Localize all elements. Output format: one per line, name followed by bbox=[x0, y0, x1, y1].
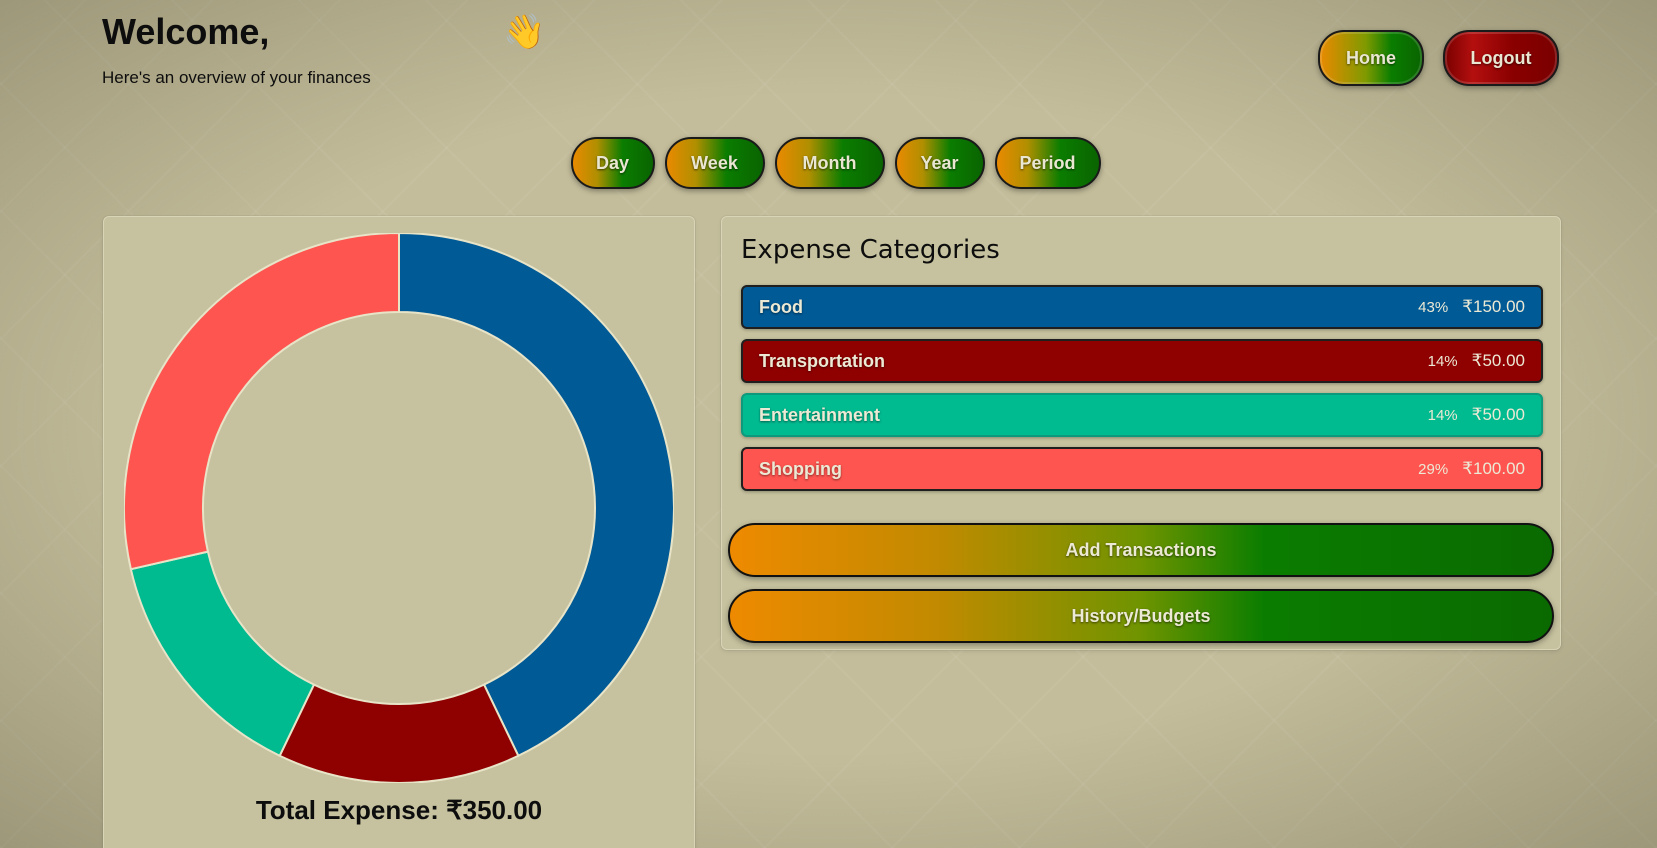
waving-hand-icon: 👋 bbox=[503, 13, 546, 51]
category-amount: ₹100.00 bbox=[1462, 459, 1525, 478]
welcome-subtitle: Here's an overview of your finances bbox=[102, 68, 371, 87]
category-name: Transportation bbox=[759, 350, 886, 371]
expense-categories-card: Expense Categories Food 43% ₹150.00 Tran… bbox=[721, 216, 1561, 650]
category-percent: 14% bbox=[1427, 406, 1458, 424]
category-row-shopping[interactable]: Shopping 29% ₹100.00 bbox=[741, 447, 1543, 491]
category-name: Food bbox=[759, 296, 803, 317]
period-day-button[interactable]: Day bbox=[570, 137, 655, 189]
period-filter-bar: Day Week Month Year Period bbox=[0, 137, 1657, 189]
category-row-transportation[interactable]: Transportation 14% ₹50.00 bbox=[741, 339, 1543, 383]
donut-slice-entertainment[interactable] bbox=[129, 550, 316, 758]
category-list: Food 43% ₹150.00 Transportation 14% ₹50.… bbox=[741, 285, 1543, 501]
category-amount: ₹50.00 bbox=[1471, 405, 1525, 424]
category-amount: ₹50.00 bbox=[1471, 351, 1525, 370]
expense-chart-card: Total Expense: ₹350.00 bbox=[103, 216, 695, 848]
category-row-food[interactable]: Food 43% ₹150.00 bbox=[741, 285, 1543, 329]
period-period-button[interactable]: Period bbox=[994, 137, 1101, 189]
donut-slice-transportation[interactable] bbox=[278, 683, 520, 783]
category-percent: 29% bbox=[1418, 460, 1449, 478]
greeting-header: Welcome, Here's an overview of your fina… bbox=[102, 10, 371, 88]
total-expense: Total Expense: ₹350.00 bbox=[255, 795, 543, 825]
category-row-entertainment[interactable]: Entertainment 14% ₹50.00 bbox=[741, 393, 1543, 437]
period-week-button[interactable]: Week bbox=[664, 137, 765, 189]
category-name: Entertainment bbox=[759, 404, 881, 425]
donut-slice-shopping[interactable] bbox=[124, 233, 400, 571]
category-percent: 14% bbox=[1427, 352, 1458, 370]
history-budgets-button[interactable]: History/Budgets bbox=[728, 589, 1554, 643]
welcome-heading: Welcome, bbox=[102, 11, 270, 52]
category-amount: ₹150.00 bbox=[1462, 297, 1525, 316]
add-transactions-button[interactable]: Add Transactions bbox=[728, 523, 1554, 577]
home-button[interactable]: Home bbox=[1318, 30, 1424, 86]
category-percent: 43% bbox=[1418, 298, 1449, 316]
donut-slice-food[interactable] bbox=[398, 233, 674, 758]
category-name: Shopping bbox=[759, 458, 842, 479]
period-month-button[interactable]: Month bbox=[774, 137, 885, 189]
period-year-button[interactable]: Year bbox=[894, 137, 985, 189]
expense-donut-chart bbox=[124, 233, 674, 783]
logout-button[interactable]: Logout bbox=[1443, 30, 1559, 86]
categories-title: Expense Categories bbox=[741, 235, 1000, 265]
